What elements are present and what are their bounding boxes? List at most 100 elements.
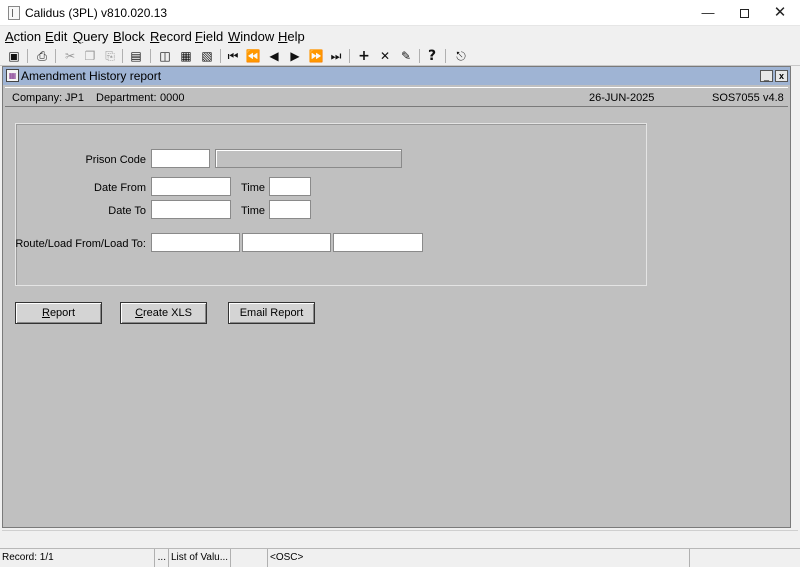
screen-code: SOS7055 — [712, 92, 760, 104]
cut-icon[interactable]: ✂ — [62, 48, 78, 64]
load-from-input[interactable] — [243, 234, 330, 251]
menu-query-label: uery — [83, 29, 109, 44]
toolbar: ▣ ⎙ ✂ ❐ ⎘ ▤ ◫ ▦ ▧ ⏮ ⏪ ◀ ▶ ⏩ ⏭ + ✕ ✎ ? ⎋ — [0, 46, 800, 66]
menu-help[interactable]: Help — [278, 29, 305, 44]
date-from-field[interactable] — [151, 177, 231, 196]
toolbar-separator — [27, 49, 28, 63]
toolbar-separator — [220, 49, 221, 63]
prison-description-field — [215, 149, 402, 168]
prison-code-label: Prison Code — [85, 154, 146, 166]
query-icon[interactable]: ◫ — [157, 48, 173, 64]
toolbar-separator — [150, 49, 151, 63]
toolbar-separator — [122, 49, 123, 63]
toolbar-separator — [349, 49, 350, 63]
menu-block-label: lock — [121, 29, 145, 44]
cancel-query-icon[interactable]: ▧ — [199, 48, 215, 64]
title-bar: Calidus (3PL) v810.020.13 — ✕ — [0, 0, 800, 26]
route-input[interactable] — [152, 234, 239, 251]
toolbar-separator — [419, 49, 420, 63]
menu-edit-label: dit — [53, 29, 68, 44]
prison-code-input[interactable] — [152, 150, 209, 167]
prev-record-icon[interactable]: ◀ — [266, 48, 282, 64]
menu-query[interactable]: Query — [73, 29, 108, 44]
toolbar-separator — [445, 49, 446, 63]
menu-block[interactable]: Block — [113, 29, 145, 44]
menu-block-accel: B — [113, 29, 122, 44]
date-to-field[interactable] — [151, 200, 231, 219]
prison-code-field[interactable] — [151, 149, 210, 168]
menu-record-label: ecord — [159, 29, 192, 44]
record-indicator: Record: 1/1 — [0, 549, 155, 567]
time-to-label: Time — [240, 205, 265, 217]
lock-record-icon[interactable]: ✎ — [398, 48, 414, 64]
date-to-input[interactable] — [152, 201, 230, 218]
time-from-input[interactable] — [270, 178, 310, 195]
next-block-icon[interactable]: ⏩ — [308, 48, 324, 64]
message-line — [2, 530, 798, 546]
minimize-button[interactable]: — — [690, 0, 726, 26]
next-record-icon[interactable]: ▶ — [287, 48, 303, 64]
execute-query-icon[interactable]: ▦ — [178, 48, 194, 64]
menu-record-accel: R — [150, 29, 160, 44]
time-from-field[interactable] — [269, 177, 311, 196]
toolbar-separator — [55, 49, 56, 63]
menu-edit-accel: E — [45, 29, 54, 44]
menu-record[interactable]: Record — [150, 29, 192, 44]
status-bar: Record: 1/1 ... List of Valu... <OSC> — [0, 548, 800, 567]
status-blank-cell — [231, 549, 268, 567]
clear-block-icon[interactable]: ▤ — [128, 48, 144, 64]
company-value: JP1 — [65, 92, 84, 104]
menu-field-label: ield — [202, 29, 224, 44]
load-from-field[interactable] — [242, 233, 331, 252]
form-minimize-button[interactable]: _ — [760, 70, 773, 82]
menu-action-label: ction — [13, 29, 42, 44]
date-from-input[interactable] — [152, 178, 230, 195]
report-button[interactable]: Report — [15, 302, 102, 324]
form-title-bar: ▦ Amendment History report _ x — [3, 67, 790, 85]
window-title: Calidus (3PL) v810.020.13 — [25, 6, 168, 20]
status-ellipsis: ... — [155, 549, 169, 567]
route-load-label: Route/Load From/Load To: — [15, 238, 146, 250]
paste-icon[interactable]: ⎘ — [102, 48, 118, 64]
menu-edit[interactable]: Edit — [45, 29, 67, 44]
first-record-icon[interactable]: ⏮ — [225, 48, 241, 64]
list-of-values-indicator: List of Valu... — [169, 549, 231, 567]
menu-field[interactable]: Field — [195, 29, 223, 44]
load-to-input[interactable] — [334, 234, 422, 251]
route-field[interactable] — [151, 233, 240, 252]
load-to-field[interactable] — [333, 233, 423, 252]
report-button-accel: R — [41, 307, 50, 319]
menu-action[interactable]: Action — [5, 29, 41, 44]
osc-indicator: <OSC> — [268, 549, 690, 567]
screen-version: v4.8 — [763, 92, 784, 104]
report-button-label: eport — [49, 307, 76, 319]
create-xls-button-label: reate XLS — [143, 307, 192, 319]
exit-icon[interactable]: ⎋ — [453, 48, 469, 64]
context-bar: Company: JP1 Department: 0000 26-JUN-202… — [5, 87, 788, 107]
create-xls-button-accel: C — [135, 307, 144, 319]
form-close-button[interactable]: x — [775, 70, 788, 82]
prev-block-icon[interactable]: ⏪ — [245, 48, 261, 64]
email-report-button-label: Email Report — [239, 307, 304, 319]
close-button[interactable]: ✕ — [762, 0, 798, 26]
last-record-icon[interactable]: ⏭ — [328, 48, 344, 64]
company-label: Company: — [12, 92, 63, 104]
time-to-input[interactable] — [270, 201, 310, 218]
menu-window-label: indow — [240, 29, 275, 44]
date-to-label: Date To — [108, 205, 146, 217]
time-to-field[interactable] — [269, 200, 311, 219]
department-label: Department: — [96, 92, 157, 104]
save-icon[interactable]: ▣ — [6, 48, 22, 64]
help-icon[interactable]: ? — [424, 48, 440, 64]
email-report-button[interactable]: Email Report — [228, 302, 315, 324]
maximize-button[interactable] — [726, 0, 762, 26]
delete-record-icon[interactable]: ✕ — [377, 48, 393, 64]
menu-help-label: elp — [287, 29, 305, 44]
form-icon: ▦ — [6, 69, 19, 82]
create-xls-button[interactable]: Create XLS — [120, 302, 207, 324]
copy-icon[interactable]: ❐ — [82, 48, 98, 64]
insert-record-icon[interactable]: + — [356, 48, 372, 64]
print-icon[interactable]: ⎙ — [34, 48, 50, 64]
menu-window[interactable]: Window — [228, 29, 274, 44]
menu-bar: Action Edit Query Block Record Field Win… — [0, 27, 800, 47]
